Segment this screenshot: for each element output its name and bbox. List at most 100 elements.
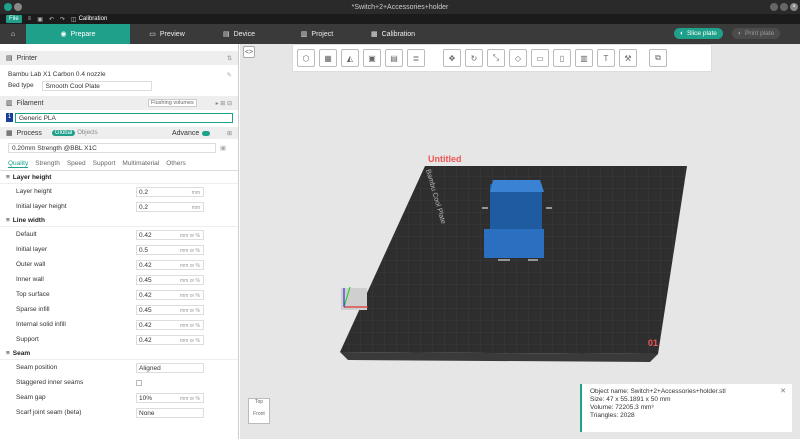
param-row: Initial layer height 0.2 mm <box>0 199 238 214</box>
param-value: 0.42 <box>139 291 152 299</box>
menu-dot-icon[interactable] <box>14 3 22 11</box>
tab-support[interactable]: Support <box>93 160 116 167</box>
param-label: Inner wall <box>16 276 44 283</box>
filament-icon: ▥ <box>6 100 13 107</box>
group-title: Line width <box>12 216 45 224</box>
tab-project[interactable]: ▥ Project <box>274 24 360 44</box>
param-value: 0.42 <box>139 321 152 329</box>
home-tab[interactable]: ⌂ <box>0 24 26 44</box>
3d-viewport[interactable]: <> ⬡ ▦ ◭ ▣ ▤ ≣ ✥ ↻ ⤡ ◇ ▭ ▯ ▥ T ⚒ ⧉ Untit… <box>240 44 800 439</box>
compare-icon[interactable]: ⊞ <box>227 130 232 137</box>
seam-group-icon: ≡ <box>6 349 10 357</box>
tab-label: Calibration <box>381 30 416 38</box>
tab-strength[interactable]: Strength <box>35 160 60 167</box>
layer-group-icon: ≡ <box>6 173 10 181</box>
group-title: Seam <box>12 349 31 357</box>
print-plate-button[interactable]: ◐ Print plate <box>732 28 781 39</box>
bed-type-select[interactable]: Smooth Cool Plate <box>41 80 152 91</box>
seam-position-select[interactable]: Aligned <box>136 362 204 373</box>
maximize-button[interactable] <box>780 3 788 11</box>
file-menu-button[interactable]: File <box>6 15 22 23</box>
param-label: Initial layer height <box>16 203 67 210</box>
param-input[interactable]: 0.5 mm or % <box>136 244 204 255</box>
param-label: Staggered inner seams <box>16 379 84 386</box>
save-icon[interactable]: ▣ <box>37 16 43 23</box>
tab-calibration[interactable]: ▦ Calibration <box>360 24 426 44</box>
param-input[interactable]: 0.42 mm or % <box>136 259 204 270</box>
param-input[interactable]: 0.42 mm or % <box>136 229 204 240</box>
param-input[interactable]: 0.42 mm or % <box>136 319 204 330</box>
param-label: Internal solid infill <box>16 321 66 328</box>
filament-add-icon[interactable]: ▸ ⊞ ⊟ <box>216 100 232 107</box>
save-preset-icon[interactable]: ▣ <box>220 144 226 152</box>
param-label: Initial layer <box>16 246 48 253</box>
param-row: Sparse infill 0.45 mm or % <box>0 302 238 317</box>
printer-select[interactable]: Bambu Lab X1 Carbon 0.4 nozzle ✎ <box>0 69 238 80</box>
printer-section: ▤ Printer ⇅ <box>0 51 238 65</box>
param-unit: mm or % <box>180 337 200 344</box>
process-preset-select[interactable]: 0.20mm Strength @BBL X1C <box>8 142 216 153</box>
advance-switch[interactable] <box>202 130 210 136</box>
tab-quality[interactable]: Quality <box>8 160 29 168</box>
view-cube-front[interactable]: Front <box>249 411 269 417</box>
edit-icon[interactable]: ✎ <box>227 71 232 79</box>
view-cube-top[interactable]: Top <box>249 399 269 405</box>
bed-type-row: Bed type Smooth Cool Plate <box>0 80 238 91</box>
object-info-panel: Object name: Switch+2+Accessories+holder… <box>580 384 792 432</box>
tab-label: Device <box>233 30 256 38</box>
close-info-icon[interactable]: ✕ <box>780 388 786 396</box>
section-title: Filament <box>16 99 44 107</box>
tab-others[interactable]: Others <box>166 160 186 167</box>
param-row: Default 0.42 mm or % <box>0 227 238 242</box>
param-input[interactable]: 0.42 mm or % <box>136 289 204 300</box>
calibration-icon[interactable]: ◫ <box>71 16 77 23</box>
staggered-seams-checkbox[interactable] <box>136 379 142 386</box>
param-value: 0.45 <box>139 306 152 314</box>
advance-label: Advance <box>172 129 200 137</box>
close-button[interactable]: × <box>790 3 798 11</box>
param-input[interactable]: 0.42 mm or % <box>136 334 204 345</box>
section-title: Process <box>16 129 42 137</box>
project-icon: ▥ <box>300 31 308 38</box>
objects-toggle[interactable]: Objects <box>77 130 97 136</box>
print-label: Print plate <box>744 30 775 37</box>
param-value: 0.45 <box>139 276 152 284</box>
tab-preview[interactable]: ▭ Preview <box>130 24 204 44</box>
filament-section: ▥ Filament Flushing volumes ▸ ⊞ ⊟ <box>0 96 238 110</box>
flushing-volumes-button[interactable]: Flushing volumes <box>148 99 197 107</box>
line-group-icon: ≡ <box>6 216 10 224</box>
param-row: Initial layer 0.5 mm or % <box>0 242 238 257</box>
tab-device[interactable]: ▤ Device <box>204 24 274 44</box>
filament-slot[interactable]: 1 Generic PLA <box>0 112 238 123</box>
swap-icon[interactable]: ⇅ <box>227 55 232 62</box>
line-width-group: ≡ Line width <box>0 214 238 227</box>
tab-multimaterial[interactable]: Multimaterial <box>122 160 159 167</box>
preview-icon: ▭ <box>149 31 156 38</box>
slice-plate-button[interactable]: ◐ Slice plate <box>674 28 723 39</box>
param-unit: mm or % <box>180 277 200 284</box>
global-toggle[interactable]: Global <box>51 130 76 136</box>
param-input[interactable]: 10% mm or % <box>136 392 204 403</box>
minimize-button[interactable] <box>770 3 778 11</box>
param-value: None <box>139 409 155 417</box>
menu-title: Calibration <box>78 16 108 22</box>
plate-name: Untitled <box>428 154 462 164</box>
view-cube[interactable]: Top Front <box>248 398 270 424</box>
param-label: Top surface <box>16 291 50 298</box>
settings-panel: ▤ Printer ⇅ Bambu Lab X1 Carbon 0.4 nozz… <box>0 44 239 439</box>
scarf-seam-select[interactable]: None <box>136 407 204 418</box>
param-input[interactable]: 0.45 mm or % <box>136 274 204 285</box>
undo-icon[interactable]: ↶ <box>49 16 54 23</box>
object-size: Size: 47 x 55.1891 x 50 mm <box>590 396 671 403</box>
param-row: Internal solid infill 0.42 mm or % <box>0 317 238 332</box>
param-input[interactable]: 0.2 mm <box>136 201 204 212</box>
tab-prepare[interactable]: ◉ Prepare <box>26 24 130 44</box>
filament-select[interactable]: Generic PLA <box>15 112 233 123</box>
param-input[interactable]: 0.2 mm <box>136 186 204 197</box>
tab-speed[interactable]: Speed <box>67 160 86 167</box>
hamburger-icon[interactable]: ≡ <box>28 16 32 22</box>
param-value: 0.42 <box>139 336 152 344</box>
redo-icon[interactable]: ↷ <box>60 16 65 23</box>
param-unit: mm or % <box>180 307 200 314</box>
param-input[interactable]: 0.45 mm or % <box>136 304 204 315</box>
